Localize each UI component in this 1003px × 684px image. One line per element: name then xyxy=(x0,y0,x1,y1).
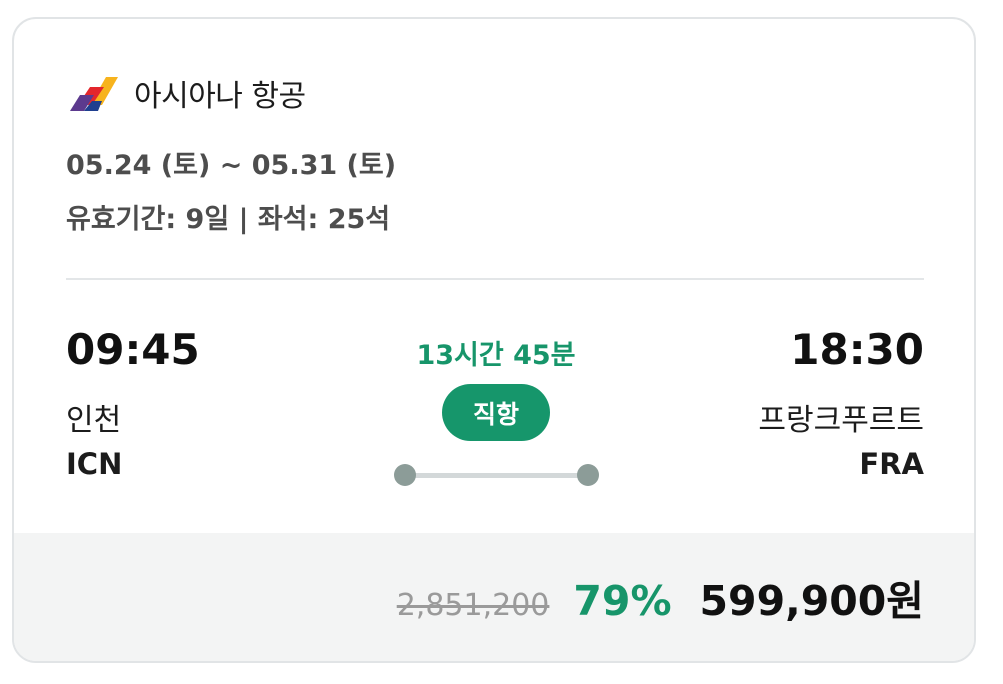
price-row: 2,851,200 79% 599,900원 xyxy=(397,567,924,627)
discount-rate: 79% xyxy=(573,577,672,625)
arrival-airport-code: FRA xyxy=(859,447,924,481)
route-start-dot xyxy=(394,464,416,486)
airline-name: 아시아나 항공 xyxy=(134,79,306,114)
original-price: 2,851,200 xyxy=(396,588,550,623)
flight-duration: 13시간 45분 xyxy=(416,340,576,371)
route-line xyxy=(404,473,590,478)
travel-dates: 05.24 (토) ~ 05.31 (토) xyxy=(66,150,397,181)
asiana-airlines-logo-icon xyxy=(70,77,118,111)
airline-header: 아시아나 항공 xyxy=(68,71,306,115)
direct-flight-badge: 직항 xyxy=(442,384,550,441)
departure-city: 인천 xyxy=(66,403,122,438)
departure-airport-code: ICN xyxy=(66,447,123,481)
arrival-time: 18:30 xyxy=(790,325,924,374)
departure-time: 09:45 xyxy=(66,325,200,374)
flight-deal-card[interactable]: 아시아나 항공 05.24 (토) ~ 05.31 (토) 유효기간: 9일 |… xyxy=(12,17,976,663)
final-price: 599,900원 xyxy=(699,577,924,625)
divider xyxy=(66,278,924,280)
price-section: 2,851,200 79% 599,900원 xyxy=(14,533,974,661)
validity-seats-info: 유효기간: 9일 | 좌석: 25석 xyxy=(66,204,391,235)
arrival-city: 프랑크푸르트 xyxy=(758,403,924,438)
route-end-dot xyxy=(577,464,599,486)
